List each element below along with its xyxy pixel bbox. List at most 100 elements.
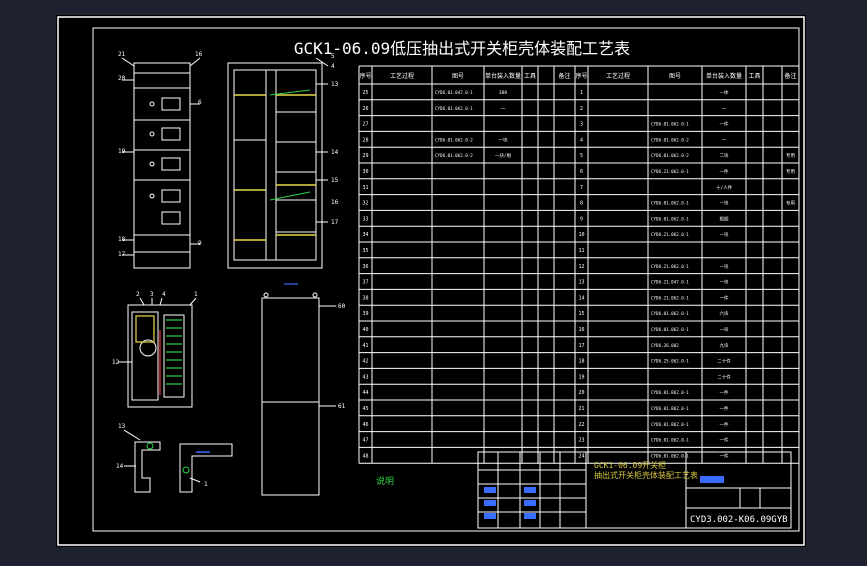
table-row-number: 39 xyxy=(362,311,368,317)
table-row-number: 45 xyxy=(362,406,368,412)
table-row-number: 42 xyxy=(362,359,368,365)
callout-label: 60 xyxy=(338,303,346,310)
callout-label: 5 xyxy=(331,53,335,60)
callout-label: 1 xyxy=(204,481,208,488)
table-row-number: 38 xyxy=(362,295,368,301)
table-row-number: 2 xyxy=(580,106,583,112)
table-row-number: 10 xyxy=(578,232,584,238)
table-row-number: 18 xyxy=(578,359,584,365)
table-drawing-number: CYD6.01.062.0-1 xyxy=(651,201,689,206)
table-row-number: 32 xyxy=(362,201,368,207)
callout-label: 21 xyxy=(118,51,126,58)
table-quantity: 二十件 xyxy=(717,373,731,380)
table-quantity: 一块 xyxy=(720,200,729,207)
table-row-number: 19 xyxy=(578,374,584,380)
callout-label: 18 xyxy=(118,236,126,243)
table-quantity: 根据 xyxy=(720,215,729,222)
table-row-number: 8 xyxy=(580,201,583,207)
table-quantity: 一件 xyxy=(720,168,729,175)
table-row-number: 28 xyxy=(362,137,368,143)
table-quantity: 380 xyxy=(499,90,507,96)
table-quantity: 一件 xyxy=(720,121,729,128)
table-drawing-number: CYD6.01.062.0-2 xyxy=(651,137,689,142)
table-drawing-number: CYD6.21.062.0-1 xyxy=(651,169,689,174)
callout-label: 9 xyxy=(198,240,202,247)
table-row-number: 13 xyxy=(578,280,584,286)
table-header-cell: 备注 xyxy=(558,72,570,80)
table-row-number: 23 xyxy=(578,438,584,444)
callout-label: 14 xyxy=(116,463,124,470)
table-quantity: 十/人件 xyxy=(716,184,733,191)
table-quantity: 一块 xyxy=(720,231,729,238)
table-quantity: 一块 xyxy=(499,136,508,143)
table-header-cell: 序号 xyxy=(359,72,371,80)
table-quantity: 一件 xyxy=(720,421,729,428)
table-quantity: 一 xyxy=(501,107,506,112)
table-header-cell: 工具 xyxy=(748,73,760,80)
table-quantity: 二十件 xyxy=(717,358,731,365)
callout-label: 17 xyxy=(331,219,339,226)
table-quantity: 一块/根 xyxy=(495,152,512,159)
callout-label: 2 xyxy=(136,291,140,298)
table-remark: 专用 xyxy=(786,152,795,159)
table-row-number: 3 xyxy=(580,122,583,128)
table-drawing-number: CYD6.01.062.0-1 xyxy=(651,327,689,332)
table-row-number: 46 xyxy=(362,422,368,428)
title-block-name-line: 抽出式开关柜壳体装配工艺表 xyxy=(594,470,698,480)
callout-label: 15 xyxy=(331,177,339,184)
callout-label: 17 xyxy=(118,251,126,258)
table-row-number: 33 xyxy=(362,216,368,222)
table-drawing-number: CYD6.01.062.0-1 xyxy=(651,122,689,127)
table-drawing-number: CYD6.21.062.0-1 xyxy=(651,295,689,300)
table-row-number: 11 xyxy=(578,248,584,254)
table-row-number: 29 xyxy=(362,153,368,159)
table-row-number: 9 xyxy=(580,216,583,222)
table-header-cell: 单台装入数量 xyxy=(706,72,742,80)
table-drawing-number: CYD6.21.062.0-1 xyxy=(651,264,689,269)
drawing-title: GCK1-06.09低压抽出式开关柜壳体装配工艺表 xyxy=(294,39,630,58)
table-quantity: 一件 xyxy=(720,294,729,301)
table-row-number: 47 xyxy=(362,438,368,444)
table-drawing-number: CYD6.26.002 xyxy=(651,343,679,348)
table-drawing-number: CYD6.01.062.0-1 xyxy=(651,406,689,411)
callout-label: 3 xyxy=(150,291,154,298)
callout-label: 4 xyxy=(162,291,166,298)
table-drawing-number: CYD6.01.062.0-2 xyxy=(435,137,473,142)
table-row-number: 44 xyxy=(362,390,368,396)
callout-label: 13 xyxy=(331,81,339,88)
table-drawing-number: CYD6.01.062.0-1 xyxy=(651,422,689,427)
table-header-cell: 工艺过程 xyxy=(606,72,630,80)
table-drawing-number: CYD6.21.062.0-1 xyxy=(651,232,689,237)
table-remark: 专用 xyxy=(786,168,795,175)
callout-label: 16 xyxy=(195,51,203,58)
title-block-name-line: GCK1-06.09开关柜 xyxy=(594,460,666,470)
table-drawing-number: CYD6.01.062.0-1 xyxy=(651,311,689,316)
table-row-number: 5 xyxy=(580,153,583,159)
table-row-number: 25 xyxy=(362,90,368,96)
table-header-cell: 图号 xyxy=(669,73,681,80)
table-row-number: 31 xyxy=(362,185,368,191)
table-quantity: 一 xyxy=(722,107,727,112)
table-row-number: 34 xyxy=(362,232,368,238)
table-row-number: 48 xyxy=(362,453,368,459)
table-row-number: 43 xyxy=(362,374,368,380)
table-quantity: 一件 xyxy=(720,405,729,412)
table-row-number: 36 xyxy=(362,264,368,270)
table-drawing-number: CYD6.21.047.0-1 xyxy=(651,280,689,285)
cad-viewport[interactable]: GCK1-06.09低压抽出式开关柜壳体装配工艺表 21 20 19 18 17… xyxy=(0,0,867,562)
note-text: 说明 xyxy=(376,475,394,487)
table-header-cell: 图号 xyxy=(452,73,464,80)
table-drawing-number: CYD6.01.062.0-1 xyxy=(651,390,689,395)
table-row-number: 1 xyxy=(580,90,583,96)
table-drawing-number: CYD6.01.062.0-1 xyxy=(435,106,473,111)
callout-label: 20 xyxy=(118,75,126,82)
table-row-number: 24 xyxy=(578,453,584,459)
drawing-number: CYD3.002-K06.09GYB xyxy=(690,515,788,525)
table-quantity: 一块 xyxy=(720,326,729,333)
table-row-number: 16 xyxy=(578,327,584,333)
table-row-number: 37 xyxy=(362,280,368,286)
table-quantity: 六块 xyxy=(720,310,729,317)
table-drawing-number: CYD6.01.062.0-1 xyxy=(651,438,689,443)
table-header-cell: 序号 xyxy=(575,72,587,80)
table-row-number: 35 xyxy=(362,248,368,254)
